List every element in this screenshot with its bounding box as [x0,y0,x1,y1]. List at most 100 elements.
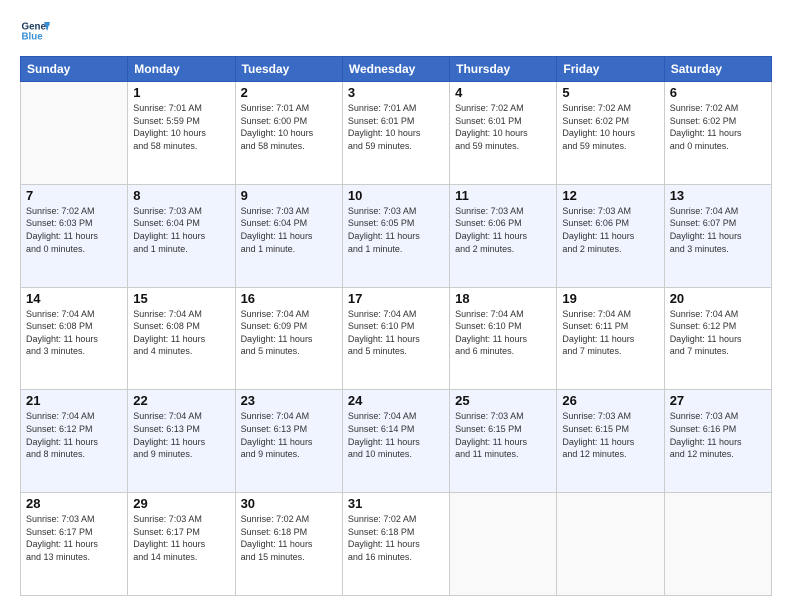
day-info: Sunrise: 7:04 AMSunset: 6:13 PMDaylight:… [133,410,229,460]
weekday-header-wednesday: Wednesday [342,57,449,82]
calendar-cell: 18 Sunrise: 7:04 AMSunset: 6:10 PMDayligh… [450,287,557,390]
calendar-week-row: 7Sunrise: 7:02 AMSunset: 6:03 PMDaylight… [21,184,772,287]
weekday-header-saturday: Saturday [664,57,771,82]
day-number: 6 [670,85,766,100]
weekday-header-sunday: Sunday [21,57,128,82]
calendar-cell: 2 Sunrise: 7:01 AMSunset: 6:00 PMDaylight… [235,82,342,185]
day-info: Sunrise: 7:02 AMSunset: 6:02 PMDaylight:… [670,102,766,152]
calendar-week-row: 21 Sunrise: 7:04 AMSunset: 6:12 PMDayligh… [21,390,772,493]
calendar-cell: 13 Sunrise: 7:04 AMSunset: 6:07 PMDayligh… [664,184,771,287]
calendar-cell: 20 Sunrise: 7:04 AMSunset: 6:12 PMDayligh… [664,287,771,390]
calendar-cell: 11 Sunrise: 7:03 AMSunset: 6:06 PMDayligh… [450,184,557,287]
day-number: 4 [455,85,551,100]
weekday-header-thursday: Thursday [450,57,557,82]
day-info: Sunrise: 7:04 AMSunset: 6:14 PMDaylight:… [348,410,444,460]
day-info: Sunrise: 7:01 AMSunset: 6:01 PMDaylight:… [348,102,444,152]
day-number: 26 [562,393,658,408]
general-blue-icon: General Blue [20,16,50,46]
calendar-cell [21,82,128,185]
day-number: 15 [133,291,229,306]
day-number: 27 [670,393,766,408]
logo: General Blue [20,16,54,46]
day-number: 2 [241,85,337,100]
day-info: Sunrise: 7:03 AMSunset: 6:17 PMDaylight:… [26,513,122,563]
calendar-week-row: 28 Sunrise: 7:03 AMSunset: 6:17 PMDayligh… [21,493,772,596]
day-number: 11 [455,188,551,203]
calendar-table: SundayMondayTuesdayWednesdayThursdayFrid… [20,56,772,596]
day-info: Sunrise: 7:03 AMSunset: 6:15 PMDaylight:… [455,410,551,460]
day-number: 23 [241,393,337,408]
day-info: Sunrise: 7:03 AMSunset: 6:06 PMDaylight:… [562,205,658,255]
day-info: Sunrise: 7:04 AMSunset: 6:12 PMDaylight:… [670,308,766,358]
day-info: Sunrise: 7:04 AMSunset: 6:09 PMDaylight:… [241,308,337,358]
calendar-cell: 28 Sunrise: 7:03 AMSunset: 6:17 PMDayligh… [21,493,128,596]
day-number: 17 [348,291,444,306]
day-info: Sunrise: 7:04 AMSunset: 6:10 PMDaylight:… [348,308,444,358]
day-number: 24 [348,393,444,408]
weekday-header-monday: Monday [128,57,235,82]
day-number: 14 [26,291,122,306]
day-info: Sunrise: 7:03 AMSunset: 6:05 PMDaylight:… [348,205,444,255]
day-number: 1 [133,85,229,100]
day-number: 25 [455,393,551,408]
day-number: 29 [133,496,229,511]
day-info: Sunrise: 7:04 AMSunset: 6:13 PMDaylight:… [241,410,337,460]
svg-text:Blue: Blue [22,31,44,42]
calendar-cell: 4 Sunrise: 7:02 AMSunset: 6:01 PMDaylight… [450,82,557,185]
calendar-cell [450,493,557,596]
calendar-cell: 6 Sunrise: 7:02 AMSunset: 6:02 PMDaylight… [664,82,771,185]
calendar-cell: 15Sunrise: 7:04 AMSunset: 6:08 PMDayligh… [128,287,235,390]
calendar-cell: 25 Sunrise: 7:03 AMSunset: 6:15 PMDayligh… [450,390,557,493]
day-info: Sunrise: 7:02 AMSunset: 6:01 PMDaylight:… [455,102,551,152]
calendar-cell: 31Sunrise: 7:02 AMSunset: 6:18 PMDayligh… [342,493,449,596]
day-info: Sunrise: 7:03 AMSunset: 6:06 PMDaylight:… [455,205,551,255]
calendar-cell: 19 Sunrise: 7:04 AMSunset: 6:11 PMDayligh… [557,287,664,390]
calendar-cell [557,493,664,596]
calendar-cell [664,493,771,596]
calendar-cell: 10Sunrise: 7:03 AMSunset: 6:05 PMDayligh… [342,184,449,287]
weekday-header-friday: Friday [557,57,664,82]
day-info: Sunrise: 7:04 AMSunset: 6:11 PMDaylight:… [562,308,658,358]
calendar-cell: 30 Sunrise: 7:02 AMSunset: 6:18 PMDayligh… [235,493,342,596]
calendar-cell: 14 Sunrise: 7:04 AMSunset: 6:08 PMDayligh… [21,287,128,390]
calendar-cell: 23 Sunrise: 7:04 AMSunset: 6:13 PMDayligh… [235,390,342,493]
calendar-cell: 9Sunrise: 7:03 AMSunset: 6:04 PMDaylight… [235,184,342,287]
day-number: 30 [241,496,337,511]
day-number: 28 [26,496,122,511]
calendar-week-row: 14 Sunrise: 7:04 AMSunset: 6:08 PMDayligh… [21,287,772,390]
day-info: Sunrise: 7:03 AMSunset: 6:04 PMDaylight:… [133,205,229,255]
calendar-cell: 27Sunrise: 7:03 AMSunset: 6:16 PMDayligh… [664,390,771,493]
calendar-cell: 29Sunrise: 7:03 AMSunset: 6:17 PMDayligh… [128,493,235,596]
day-info: Sunrise: 7:04 AMSunset: 6:08 PMDaylight:… [26,308,122,358]
day-number: 5 [562,85,658,100]
calendar-cell: 1 Sunrise: 7:01 AMSunset: 5:59 PMDaylight… [128,82,235,185]
day-info: Sunrise: 7:04 AMSunset: 6:10 PMDaylight:… [455,308,551,358]
calendar-cell: 26 Sunrise: 7:03 AMSunset: 6:15 PMDayligh… [557,390,664,493]
day-number: 31 [348,496,444,511]
day-info: Sunrise: 7:04 AMSunset: 6:12 PMDaylight:… [26,410,122,460]
calendar-cell: 5Sunrise: 7:02 AMSunset: 6:02 PMDaylight… [557,82,664,185]
day-info: Sunrise: 7:04 AMSunset: 6:07 PMDaylight:… [670,205,766,255]
day-number: 13 [670,188,766,203]
day-number: 20 [670,291,766,306]
day-info: Sunrise: 7:01 AMSunset: 5:59 PMDaylight:… [133,102,229,152]
calendar-cell: 21 Sunrise: 7:04 AMSunset: 6:12 PMDayligh… [21,390,128,493]
calendar-cell: 24 Sunrise: 7:04 AMSunset: 6:14 PMDayligh… [342,390,449,493]
day-number: 7 [26,188,122,203]
weekday-header-row: SundayMondayTuesdayWednesdayThursdayFrid… [21,57,772,82]
day-info: Sunrise: 7:02 AMSunset: 6:18 PMDaylight:… [241,513,337,563]
day-number: 21 [26,393,122,408]
calendar-cell: 12 Sunrise: 7:03 AMSunset: 6:06 PMDayligh… [557,184,664,287]
day-number: 19 [562,291,658,306]
calendar-cell: 22Sunrise: 7:04 AMSunset: 6:13 PMDayligh… [128,390,235,493]
day-number: 18 [455,291,551,306]
calendar-cell: 8Sunrise: 7:03 AMSunset: 6:04 PMDaylight… [128,184,235,287]
calendar-cell: 3Sunrise: 7:01 AMSunset: 6:01 PMDaylight… [342,82,449,185]
day-info: Sunrise: 7:01 AMSunset: 6:00 PMDaylight:… [241,102,337,152]
calendar-cell: 7Sunrise: 7:02 AMSunset: 6:03 PMDaylight… [21,184,128,287]
weekday-header-tuesday: Tuesday [235,57,342,82]
day-number: 16 [241,291,337,306]
day-info: Sunrise: 7:03 AMSunset: 6:15 PMDaylight:… [562,410,658,460]
day-number: 9 [241,188,337,203]
day-number: 12 [562,188,658,203]
